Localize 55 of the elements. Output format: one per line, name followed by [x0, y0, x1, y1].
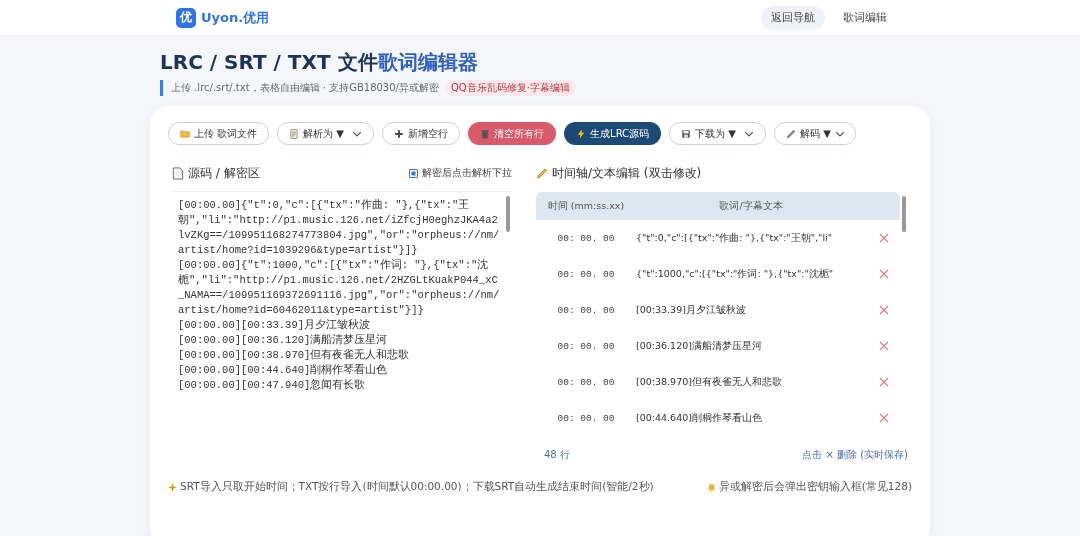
column-header: 歌词/字幕文本 — [718, 199, 784, 213]
toolbar-button[interactable]: 新增空行 — [382, 122, 461, 145]
help-note: SRT导入只取开始时间；TXT按行导入(时间默认00:00.00)；下载SRT自动生成结束时间(智能/2秒) — [180, 480, 654, 494]
delete-icon[interactable] — [879, 233, 889, 243]
toolbar-button[interactable]: 下载为 ▼ — [669, 122, 766, 145]
delete-icon[interactable] — [879, 269, 889, 279]
row-count: 48 行 — [544, 448, 570, 462]
nav-link[interactable]: 返回导航 — [761, 5, 825, 30]
panel-title: 源码 / 解密区 — [188, 164, 260, 182]
lyric-cell[interactable]: [00:33.39]月夕江皱秋波 — [636, 303, 871, 317]
time-cell[interactable]: 00: 00. 00 — [536, 340, 636, 352]
time-cell[interactable]: 00: 00. 00 — [536, 376, 636, 388]
logo-icon: 优 — [176, 7, 196, 28]
time-cell[interactable]: 00: 00. 00 — [536, 412, 636, 424]
time-cell[interactable]: 00: 00. 00 — [536, 304, 636, 316]
checkbox-label: 解密后点击解析下拉 — [422, 166, 512, 180]
document-icon — [289, 128, 300, 139]
toolbar-button[interactable]: 上传 歌词文件 — [168, 122, 270, 145]
folder-icon — [180, 128, 190, 139]
toolbar-button[interactable]: 清空所有行 — [468, 122, 557, 145]
pencil-icon — [536, 166, 548, 180]
panel-title: 时间轴/文本编辑 (双击修改) — [552, 164, 702, 182]
document-icon — [172, 166, 184, 180]
pen-icon — [785, 128, 796, 139]
bell-icon — [706, 482, 716, 492]
delete-hint: 点击 × 删除 (实时保存) — [802, 448, 908, 462]
lyric-cell[interactable]: [00:44.640]削桐作琴看山色 — [636, 411, 871, 425]
time-cell[interactable]: 00: 00. 00 — [536, 232, 636, 244]
toolbar-button[interactable]: 生成LRC源码 — [564, 122, 662, 145]
lightning-icon — [576, 128, 587, 139]
lyric-cell[interactable]: {"t":1000,"c":[{"tx":"作词: "},{"tx":"沈栀" — [636, 267, 871, 281]
help-note: 异或解密后会弹出密钥输入框(常见128) — [718, 480, 912, 494]
nav-link[interactable]: 歌词编辑 — [833, 5, 897, 30]
delete-icon[interactable] — [879, 305, 889, 315]
brand-name: Uyon.优用 — [201, 8, 270, 27]
feature-tag: QQ音乐乱码修复·字幕编辑 — [444, 80, 576, 96]
page-subtitle: 上传 .lrc/.srt/.txt，表格自由编辑 · 支持GB18030/异或解密 — [171, 81, 439, 95]
delete-icon[interactable] — [879, 377, 889, 387]
lyric-cell[interactable]: [00:36.120]满船清梦压星河 — [636, 339, 871, 353]
delete-icon[interactable] — [879, 413, 889, 423]
checkbox[interactable] — [409, 168, 418, 178]
page-title: LRC / SRT / TXT 文件歌词编辑器 — [160, 49, 479, 76]
lyric-cell[interactable]: {"t":0,"c":[{"tx":"作曲: "},{"tx":"王朝","li" — [636, 231, 871, 245]
plus-icon — [394, 128, 405, 139]
toolbar-button[interactable]: 解析为 ▼ — [277, 122, 375, 145]
source-textarea[interactable]: [00:00.00]{"t":0,"c":[{"tx":"作曲: "},{"tx":"王朝","li":"http://p1.music.126.net/iZfcjH0eghzJKA4a2lvZKg==/109951168274773804.jpg","or":"orpheus://nm/artist/home?id=1039296&type=artist"}]} [00:00.00]{"t":1000,"c":[{"tx":"作词: "},{"tx":"沈栀","li":"http://p1.music.126.net/2HZGLtKuakP044_xC_NAMA==/109951169372691116.jpg","or":"orpheus://nm/artist/home?id=60462011&type=artist"}]} [00:00.00][00:33.39]月夕江皱秋波 [00:00.00][00:36.120]满船清梦压星河 [00:00.00][00:38.970]但有夜雀无人和悲歌 [00:00.00][00:44.640]削桐作琴看山色 [00:00.00][00:47.940]忽闻有长歌 — [172, 191, 512, 454]
delete-icon[interactable] — [879, 341, 889, 351]
sparkle-icon — [168, 482, 177, 492]
scrollbar-thumb[interactable] — [506, 196, 510, 232]
trash-icon — [480, 128, 491, 139]
scrollbar-thumb[interactable] — [902, 196, 906, 232]
lyric-cell[interactable]: [00:38.970]但有夜雀无人和悲歌 — [636, 375, 871, 389]
time-cell[interactable]: 00: 00. 00 — [536, 268, 636, 280]
column-header: 时间 (mm:ss.xx) — [546, 199, 626, 213]
toolbar-button[interactable]: 解码 ▼ — [773, 122, 856, 145]
